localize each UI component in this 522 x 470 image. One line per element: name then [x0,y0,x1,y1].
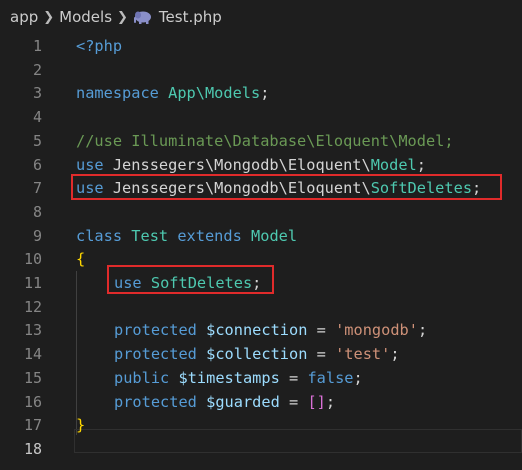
code-token: ; [390,345,400,364]
line-number: 6 [32,155,42,174]
line-number: 1 [32,37,42,55]
code-token: $timestamps [178,368,280,387]
line-number: 10 [23,250,42,269]
code-token: = [307,345,336,364]
line-number: 3 [32,84,42,103]
code-token: protected [114,392,197,411]
code-token: public [114,368,170,387]
line-number: 9 [32,226,42,245]
code-text: protected $connection = 'mongodb'; [114,319,427,343]
code-text: { [76,248,85,272]
code-text: } [76,414,85,438]
code-line[interactable]: 13 protected $connection = 'mongodb'; [0,319,522,343]
line-number: 4 [32,108,42,127]
code-token: = [307,321,336,340]
line-number: 14 [23,345,42,364]
line-number: 8 [32,202,42,221]
line-number: 5 [32,131,42,150]
code-line[interactable]: 2 [0,59,522,83]
code-token: 'mongodb' [335,321,418,340]
code-line[interactable]: 3 namespace App\Models; [0,82,522,106]
code-token: = [279,368,308,387]
code-token: ; [417,321,428,340]
code-line[interactable]: 5 //use Illuminate\Database\Eloquent\Mode… [0,130,522,154]
code-token: ; [260,84,270,103]
line-number: 7 [32,179,42,198]
code-text: protected $collection = 'test'; [114,343,400,367]
code-line[interactable]: 12 [0,296,522,320]
code-token: ; [353,368,363,387]
line-number: 17 [23,416,42,435]
code-text: public $timestamps = false; [114,367,363,391]
chevron-right-icon: ❯ [43,9,55,25]
code-token: Test [131,226,169,245]
code-token: Model [370,155,417,174]
code-token: $guarded [206,392,280,411]
code-token: { [76,250,86,269]
code-token: = [279,392,308,411]
code-token: protected [114,321,197,340]
line-number: 2 [32,60,42,79]
code-token: ; [416,155,426,174]
code-token: <?php [76,37,123,55]
highlight-box-use-softdeletes-import [71,174,502,200]
code-token: use [76,155,104,174]
chevron-right-icon: ❯ [117,9,128,25]
line-number: 13 [23,321,42,340]
code-text: protected $guarded = []; [114,391,335,415]
code-line[interactable]: 15 public $timestamps = false; [0,367,522,391]
php-elephant-icon [133,11,151,24]
line-number: 15 [23,368,42,387]
code-token: $connection [206,321,308,340]
code-line[interactable]: 1 <?php [0,35,522,59]
code-text: namespace App\Models; [76,82,269,106]
breadcrumb-item-models[interactable]: Models [59,8,112,26]
code-token: 'test' [335,345,391,364]
breadcrumb-item-app[interactable]: app [10,8,38,26]
code-text: <?php [76,35,122,59]
code-token: class [76,226,123,245]
code-editor[interactable]: 1 <?php 2 3 namespace App\Models; 4 5 //use Ill… [0,34,522,470]
code-token: protected [114,345,197,364]
code-line[interactable]: 9 class Test extends Model [0,225,522,249]
code-token: $collection [206,345,308,364]
code-line[interactable]: 8 [0,201,522,225]
code-token: [] [307,392,326,411]
highlight-box-use-softdeletes-trait [107,265,274,294]
code-line[interactable]: 4 [0,106,522,130]
code-line[interactable]: 18 [0,438,522,462]
code-line[interactable]: 17} [0,414,522,438]
code-token: ; [325,392,336,411]
code-line[interactable]: 14 protected $collection = 'test'; [0,343,522,367]
code-token: false [307,368,354,387]
code-text: class Test extends Model [76,225,297,249]
code-token: } [76,416,86,435]
code-token: Model [251,226,298,245]
code-token: //use Illuminate\Database\Eloquent\Model… [76,131,454,150]
code-text: //use Illuminate\Database\Eloquent\Model… [76,130,454,154]
line-number: 16 [23,392,42,411]
line-number: 18 [23,439,42,458]
code-token: namespace [76,84,159,103]
code-token: extends [177,226,242,245]
line-number: 11 [23,274,42,292]
breadcrumb: app ❯ Models ❯ Test.php [0,0,522,34]
code-token: Jenssegers\Mongodb\Eloquent\ [103,155,371,174]
breadcrumb-file[interactable]: Test.php [159,8,222,26]
line-number: 12 [23,297,42,316]
code-token: App\Models [168,84,261,103]
code-line[interactable]: 16 protected $guarded = []; [0,391,522,415]
